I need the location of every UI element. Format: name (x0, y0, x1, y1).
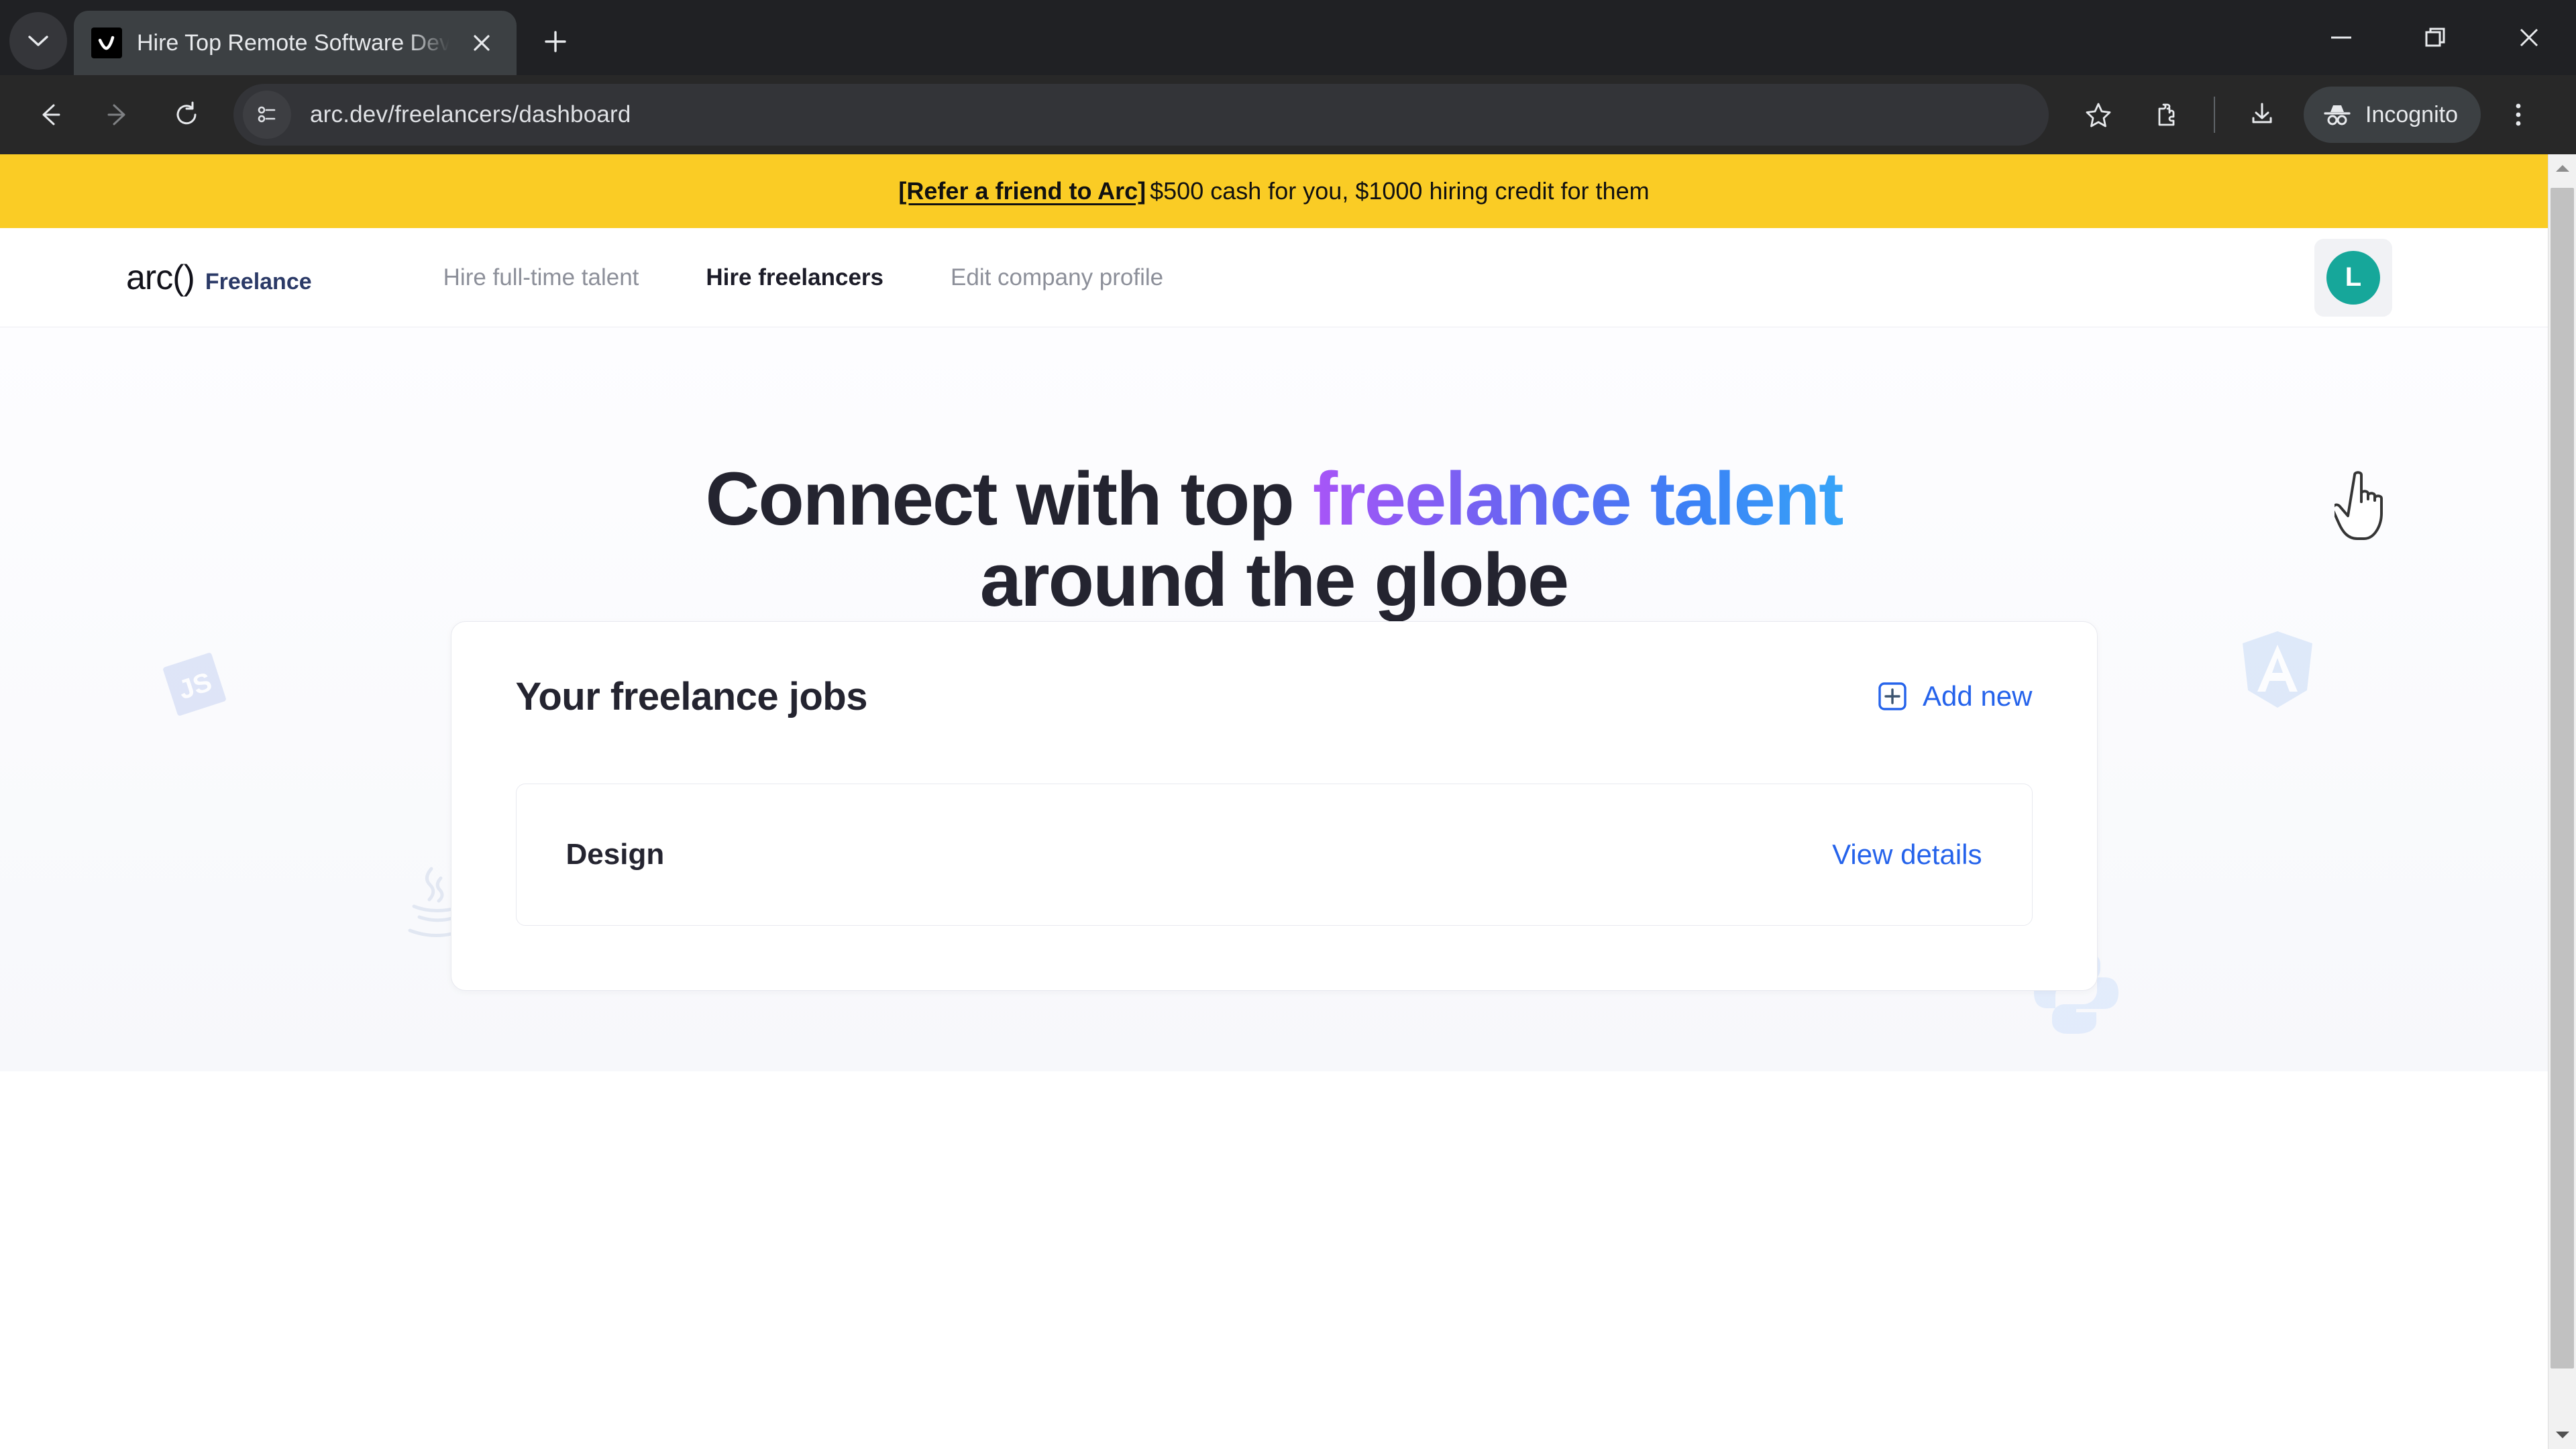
reload-icon (176, 101, 197, 125)
job-title: Design (566, 837, 665, 871)
add-new-button[interactable]: Add new (1877, 680, 2033, 712)
referral-banner-text: $500 cash for you, $1000 hiring credit f… (1150, 177, 1650, 205)
scrollbar-track[interactable] (2548, 182, 2576, 1421)
browser-tab[interactable]: Hire Top Remote Software Deve (74, 11, 517, 75)
plus-icon (545, 31, 566, 52)
forward-arrow-icon (107, 104, 125, 125)
tab-strip: Hire Top Remote Software Deve (0, 0, 2576, 75)
puzzle-icon (2158, 103, 2175, 126)
bookmark-button[interactable] (2068, 84, 2129, 146)
close-tab-icon[interactable] (464, 25, 499, 60)
new-tab-button[interactable] (530, 16, 581, 67)
headline-highlight: freelance talent (1312, 457, 1844, 541)
scroll-up-button[interactable] (2548, 154, 2576, 182)
refer-a-friend-link[interactable]: [Refer a friend to Arc] (898, 177, 1146, 205)
logo-subtitle: Freelance (205, 268, 312, 294)
reload-button[interactable] (156, 84, 217, 146)
minimize-button[interactable] (2294, 0, 2388, 75)
nav-item-edit-company-profile[interactable]: Edit company profile (951, 264, 1163, 291)
headline-part-1: Connect with top (705, 457, 1313, 541)
forward-button[interactable] (87, 84, 149, 146)
maximize-button[interactable] (2388, 0, 2482, 75)
headline-part-2: around the globe (979, 537, 1569, 622)
scroll-down-button[interactable] (2548, 1421, 2576, 1449)
back-arrow-icon (42, 104, 60, 125)
site-info-icon[interactable] (243, 91, 291, 139)
chevron-down-icon (28, 36, 48, 46)
logo-wordmark: arc() (126, 258, 195, 297)
card-header: Your freelance jobs Add new (516, 674, 2033, 719)
plus-square-icon (1878, 682, 1907, 711)
page-scrollbar[interactable] (2548, 154, 2576, 1449)
nav-links: Hire full-time talent Hire freelancers E… (443, 264, 1163, 291)
freelance-jobs-card: Your freelance jobs Add new Design View … (450, 621, 2098, 991)
avatar: L (2326, 250, 2380, 305)
job-list-item[interactable]: Design View details (515, 783, 2033, 926)
arc-check-favicon (91, 28, 122, 58)
page-title: Connect with top freelance talent around… (0, 457, 2548, 622)
card-title: Your freelance jobs (515, 674, 868, 718)
address-bar[interactable]: arc.dev/freelancers/dashboard (233, 84, 2049, 146)
url-text[interactable]: arc.dev/freelancers/dashboard (310, 101, 631, 128)
browser-window: Hire Top Remote Software Deve arc.dev/fr… (0, 0, 2576, 1449)
browser-menu-button[interactable] (2487, 84, 2549, 146)
download-icon (2252, 103, 2272, 123)
close-icon (2520, 28, 2538, 47)
incognito-icon (2324, 105, 2351, 125)
star-icon (2086, 103, 2111, 127)
scrollbar-thumb[interactable] (2551, 188, 2574, 1368)
window-controls (2294, 0, 2576, 75)
extensions-button[interactable] (2136, 84, 2198, 146)
tab-search-button[interactable] (9, 12, 67, 70)
toolbar-divider (2214, 97, 2215, 133)
downloads-button[interactable] (2231, 84, 2293, 146)
scroll-down-arrow (2555, 1432, 2569, 1438)
close-window-button[interactable] (2482, 0, 2576, 75)
view-details-link[interactable]: View details (1832, 839, 1982, 871)
scroll-up-arrow (2555, 165, 2569, 172)
incognito-indicator[interactable]: Incognito (2304, 87, 2481, 143)
referral-banner: [Refer a friend to Arc] $500 cash for yo… (0, 154, 2548, 228)
site-logo[interactable]: arc() Freelance (126, 258, 312, 298)
site-navigation: arc() Freelance Hire full-time talent Hi… (0, 228, 2548, 327)
restore-icon (2425, 28, 2445, 47)
web-page: [Refer a friend to Arc] $500 cash for yo… (0, 154, 2548, 1449)
page-viewport: [Refer a friend to Arc] $500 cash for yo… (0, 154, 2576, 1449)
three-dot-menu-icon (2516, 103, 2521, 126)
nav-item-hire-freelancers[interactable]: Hire freelancers (706, 264, 883, 291)
hero-section: Connect with top freelance talent around… (0, 327, 2548, 1071)
nav-item-hire-full-time-talent[interactable]: Hire full-time talent (443, 264, 639, 291)
back-button[interactable] (19, 84, 80, 146)
browser-toolbar: arc.dev/freelancers/dashboard Incognito (0, 75, 2576, 154)
account-menu-button[interactable]: L (2314, 238, 2392, 317)
tab-title: Hire Top Remote Software Deve (137, 30, 449, 56)
add-new-label: Add new (1923, 680, 2033, 712)
incognito-label: Incognito (2365, 101, 2458, 127)
